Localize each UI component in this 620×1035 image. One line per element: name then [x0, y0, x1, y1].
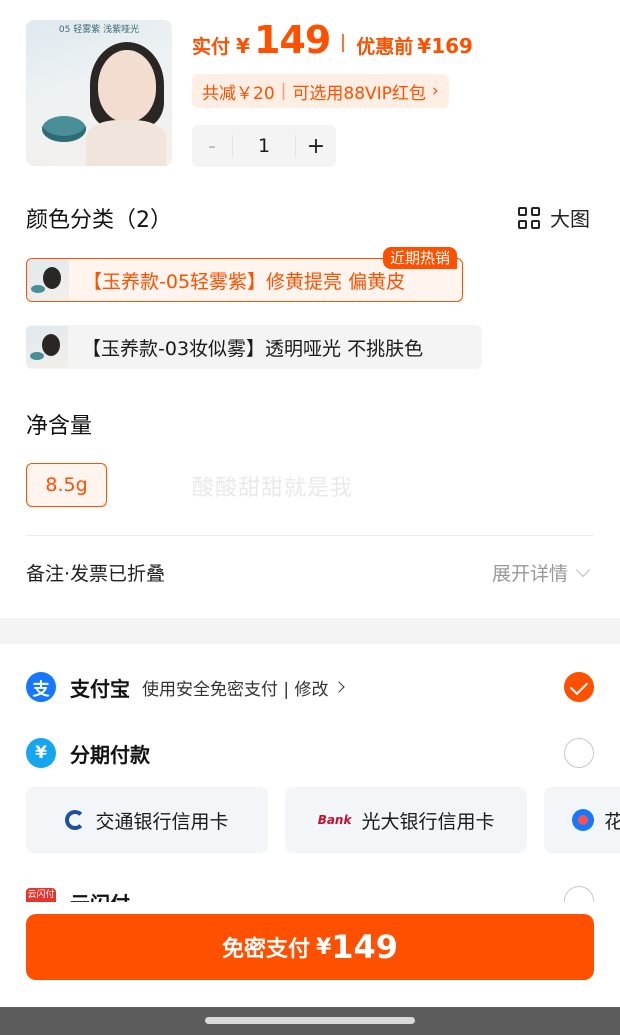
watermark-text: 酸酸甜甜就是我 — [192, 476, 354, 501]
quantity-value[interactable]: 1 — [232, 135, 296, 157]
variant-label: 【玉养款-05轻雾紫】修黄提亮 偏黄皮 — [83, 270, 406, 293]
pre-discount-label: 优惠前 — [356, 36, 414, 58]
product-thumbnail[interactable]: 05 轻雾紫 浅紫哑光 — [26, 20, 172, 166]
pre-discount-value: ¥169 — [417, 34, 473, 58]
variant-thumbnail — [27, 259, 69, 301]
expand-details-label: 展开详情 — [491, 563, 568, 585]
big-view-label: 大图 — [550, 207, 590, 231]
card-label: 光大银行信用卡 — [361, 810, 495, 833]
payment-option-unionpay[interactable]: 云闪付 云闪付 — [0, 880, 620, 902]
pay-button-currency: ¥ — [315, 934, 332, 960]
card-option-huabei[interactable]: 花 — [544, 787, 620, 853]
actual-price-label: 实付 — [192, 36, 231, 58]
pay-button-label: 免密支付 — [221, 937, 310, 962]
variant-label: 【玉养款-03妆似雾】透明哑光 不挑肤色 — [82, 337, 424, 360]
alipay-description: 使用安全免密支付 | 修改 — [142, 679, 329, 700]
actual-price-currency: ¥ — [236, 34, 250, 58]
compact-image — [42, 116, 86, 142]
remark-invoice-label: 备注·发票已折叠 — [26, 563, 166, 585]
alipay-icon: 支 — [26, 672, 56, 702]
alipay-name: 支付宝 — [70, 676, 130, 701]
unionpay-name: 云闪付 — [70, 888, 130, 902]
total-reduction: 共减￥20 — [202, 83, 275, 104]
actual-price-value: 149 — [253, 18, 331, 62]
hot-sale-badge: 近期热销 — [383, 247, 458, 269]
card-option-bocom[interactable]: 交通银行信用卡 — [26, 787, 268, 853]
payment-option-installment[interactable]: ¥ 分期付款 — [26, 733, 594, 773]
ceb-icon: Bank — [317, 813, 352, 827]
quantity-stepper: - 1 + — [192, 125, 336, 167]
card-option-ceb[interactable]: Bank 光大银行信用卡 — [285, 787, 528, 853]
thumbnail-caption: 05 轻雾紫 浅紫哑光 — [58, 25, 140, 35]
section-separator — [0, 618, 620, 644]
variant-thumbnail — [26, 326, 68, 368]
variant-option[interactable]: 【玉养款-03妆似雾】透明哑光 不挑肤色 — [26, 325, 482, 369]
net-content-title: 净含量 — [26, 414, 93, 439]
size-option-selected[interactable]: 8.5g — [26, 463, 107, 507]
price-divider — [342, 34, 345, 52]
pay-button-amount: 149 — [331, 928, 399, 966]
chevron-down-icon — [575, 562, 591, 577]
card-label: 交通银行信用卡 — [95, 810, 229, 833]
installment-icon: ¥ — [26, 738, 56, 768]
unionpay-icon: 云闪付 — [26, 888, 56, 902]
home-indicator[interactable] — [205, 1017, 415, 1024]
chevron-right-icon: › — [431, 81, 439, 101]
system-home-bar — [0, 1007, 620, 1035]
payment-option-alipay[interactable]: 支 支付宝 使用安全免密支付 | 修改 — [26, 667, 594, 707]
pay-button[interactable]: 免密支付 ¥ 149 — [26, 914, 594, 980]
big-view-toggle[interactable]: 大图 — [518, 203, 590, 232]
discount-banner[interactable]: 共减￥20 | 可选用88VIP红包 › — [192, 74, 449, 108]
huabei-icon — [572, 809, 595, 831]
unionpay-radio[interactable] — [564, 886, 594, 902]
installment-name: 分期付款 — [70, 742, 150, 767]
vip-coupon-link: 可选用88VIP红包 — [292, 83, 426, 104]
price-row: 实付 ¥ 149 优惠前 ¥169 — [192, 18, 473, 68]
divider — [26, 535, 594, 536]
discount-separator: | — [280, 81, 287, 101]
expand-details-button[interactable]: 展开详情 — [491, 559, 591, 586]
bocom-icon — [65, 810, 86, 830]
color-section-title: 颜色分类（2） — [26, 208, 172, 233]
installment-radio[interactable] — [564, 738, 594, 768]
card-label: 花 — [604, 810, 620, 833]
increment-button[interactable]: + — [296, 134, 336, 159]
chevron-right-icon — [332, 681, 345, 693]
installment-cards: 交通银行信用卡 Bank 光大银行信用卡 花 — [26, 787, 620, 853]
grid-icon — [518, 206, 540, 229]
alipay-radio-checked[interactable] — [564, 672, 594, 702]
decrement-button[interactable]: - — [192, 134, 232, 159]
